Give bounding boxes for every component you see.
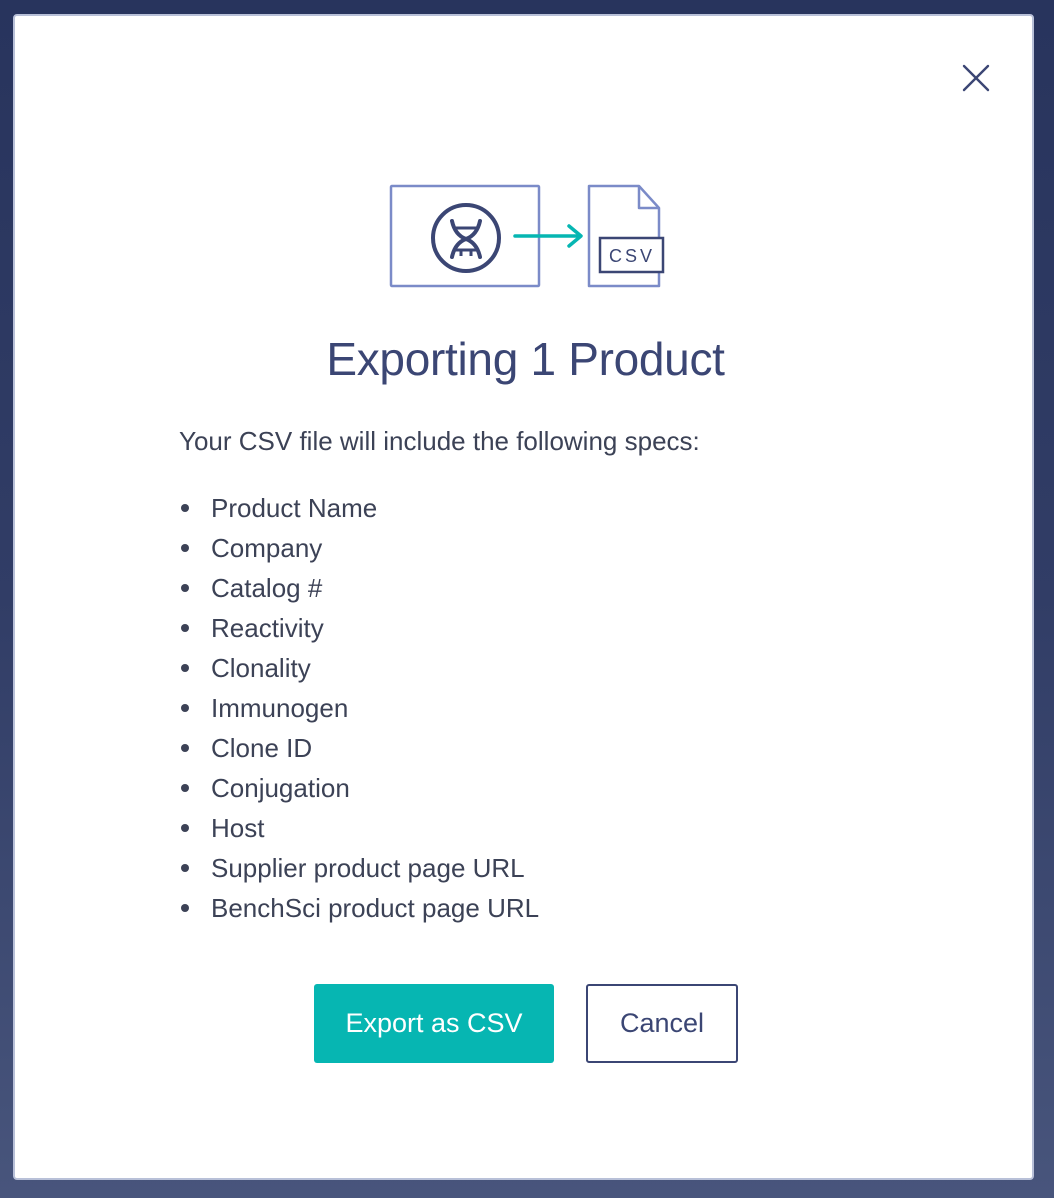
- spec-item: Clonality: [179, 648, 539, 688]
- spec-label: BenchSci product page URL: [211, 893, 540, 923]
- spec-label: Product Name: [211, 493, 378, 523]
- spec-item: BenchSci product page URL: [179, 888, 539, 928]
- spec-item: Product Name: [179, 488, 539, 528]
- spec-label: Immunogen: [211, 693, 349, 723]
- close-button[interactable]: [959, 61, 993, 95]
- spec-label: Reactivity: [211, 613, 324, 643]
- csv-file-icon: CSV: [587, 184, 665, 288]
- spec-label: Host: [211, 813, 265, 843]
- bullet-icon: [181, 864, 189, 872]
- spec-label: Clone ID: [211, 733, 313, 763]
- bullet-icon: [181, 704, 189, 712]
- bullet-icon: [181, 624, 189, 632]
- bullet-icon: [181, 584, 189, 592]
- export-csv-button[interactable]: Export as CSV: [314, 984, 554, 1063]
- close-icon: [962, 64, 990, 92]
- cancel-button[interactable]: Cancel: [586, 984, 738, 1063]
- spec-item: Supplier product page URL: [179, 848, 539, 888]
- spec-label: Catalog #: [211, 573, 323, 603]
- modal-title: Exporting 1 Product: [326, 333, 725, 385]
- spec-list: Product Name Company Catalog # Reactivit…: [179, 488, 539, 928]
- spec-item: Company: [179, 528, 539, 568]
- spec-label: Company: [211, 533, 323, 563]
- bullet-icon: [181, 824, 189, 832]
- export-illustration: CSV: [389, 184, 665, 288]
- bullet-icon: [181, 744, 189, 752]
- export-modal: CSV Exporting 1 Product Your CSV file wi…: [13, 14, 1034, 1180]
- spec-item: Clone ID: [179, 728, 539, 768]
- bullet-icon: [181, 664, 189, 672]
- csv-label: CSV: [609, 246, 655, 266]
- spec-item: Immunogen: [179, 688, 539, 728]
- spec-label: Conjugation: [211, 773, 350, 803]
- spec-label: Supplier product page URL: [211, 853, 525, 883]
- bullet-icon: [181, 784, 189, 792]
- bullet-icon: [181, 904, 189, 912]
- spec-item: Catalog #: [179, 568, 539, 608]
- bullet-icon: [181, 504, 189, 512]
- spec-item: Conjugation: [179, 768, 539, 808]
- bullet-icon: [181, 544, 189, 552]
- intro-text: Your CSV file will include the following…: [179, 426, 700, 456]
- spec-item: Reactivity: [179, 608, 539, 648]
- spec-label: Clonality: [211, 653, 311, 683]
- spec-item: Host: [179, 808, 539, 848]
